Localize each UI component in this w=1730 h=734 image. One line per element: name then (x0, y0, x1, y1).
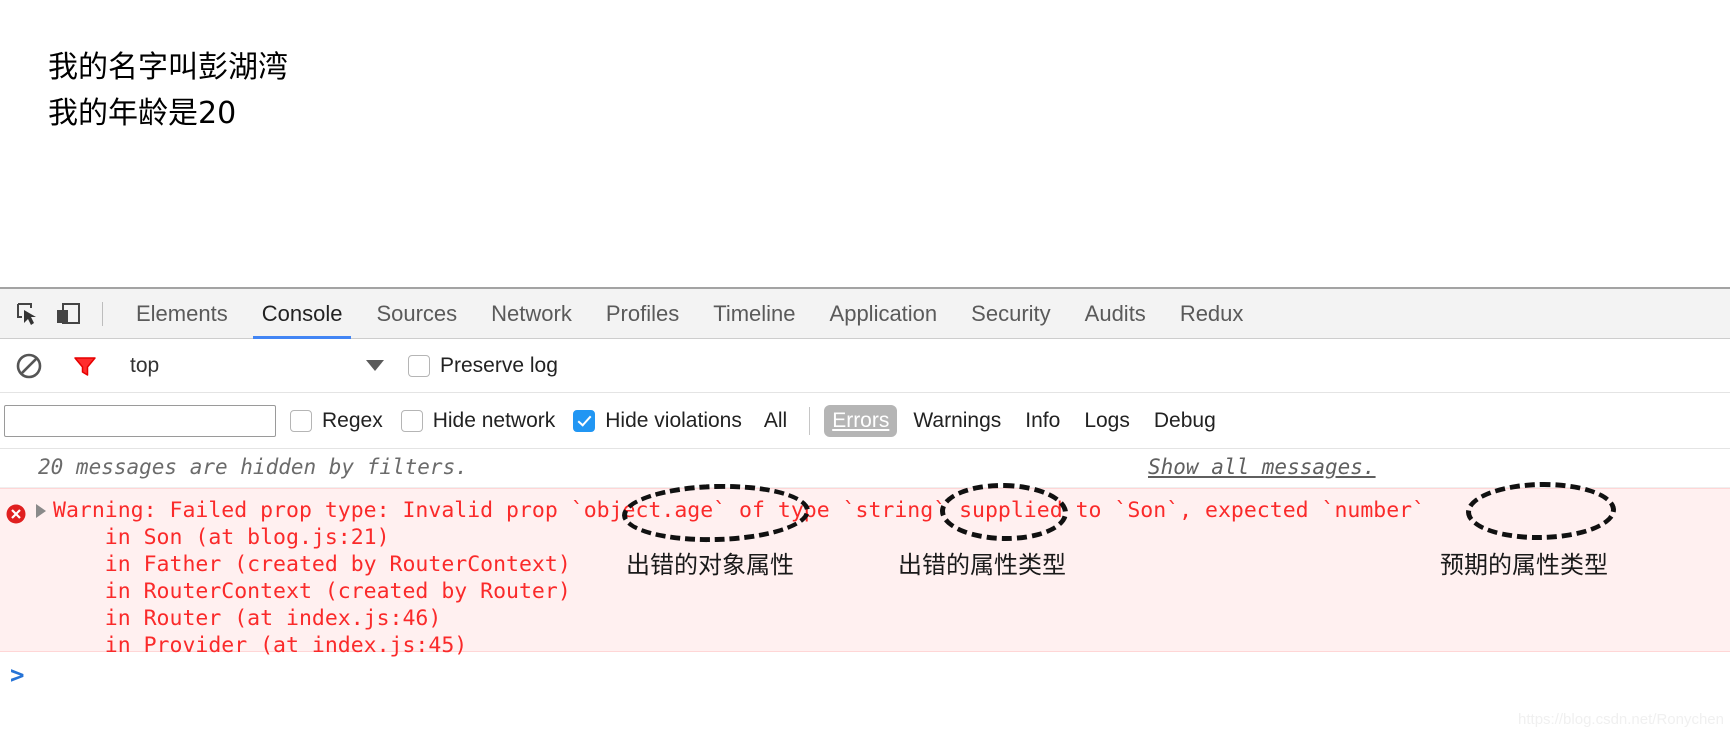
toolbar-divider (102, 301, 103, 326)
annotation-label-expected-type: 预期的属性类型 (1440, 551, 1608, 579)
tab-timeline[interactable]: Timeline (696, 289, 812, 339)
clear-console-icon[interactable] (6, 339, 52, 393)
level-filter-all[interactable]: All (756, 405, 795, 437)
show-all-messages-link[interactable]: Show all messages. (1148, 455, 1376, 479)
level-filter-warnings[interactable]: Warnings (905, 405, 1009, 437)
tab-security[interactable]: Security (954, 289, 1067, 339)
regex-toggle[interactable]: Regex (290, 409, 383, 433)
device-toolbar-icon[interactable] (48, 289, 88, 339)
tab-console[interactable]: Console (245, 289, 360, 339)
regex-checkbox[interactable] (290, 409, 312, 432)
devtools-panel: Elements Console Sources Network Profile… (0, 287, 1730, 734)
hidden-messages-banner: 20 messages are hidden by filters. Show … (0, 449, 1730, 488)
tab-elements[interactable]: Elements (119, 289, 245, 339)
page-text-line-2: 我的年龄是20 (48, 96, 237, 131)
chevron-down-icon (366, 360, 384, 371)
level-filter-logs[interactable]: Logs (1076, 405, 1138, 437)
hide-network-label: Hide network (432, 408, 556, 432)
watermark-text: https://blog.csdn.net/Ronychen (1518, 711, 1724, 728)
console-filter-input[interactable] (4, 404, 276, 437)
execution-context-label: top (130, 353, 160, 377)
annotation-circle-number (1465, 480, 1617, 542)
error-stack-line: in Router (at index.js:46) (53, 606, 442, 631)
execution-context-select[interactable]: top (130, 354, 384, 378)
console-prompt-row[interactable]: > (0, 652, 1730, 698)
hidden-messages-text: 20 messages are hidden by filters. (38, 455, 468, 479)
page-preview-area: 我的名字叫彭湖湾 我的年龄是20 (0, 0, 1730, 287)
level-filter-divider (809, 406, 811, 435)
level-filter-debug[interactable]: Debug (1146, 405, 1224, 437)
prompt-chevron-icon: > (10, 661, 25, 689)
disclosure-triangle-collapsed-icon[interactable] (36, 504, 46, 518)
tab-network[interactable]: Network (474, 289, 589, 339)
tab-audits[interactable]: Audits (1068, 289, 1163, 339)
tab-profiles[interactable]: Profiles (589, 289, 696, 339)
error-stack-line: in Provider (at index.js:45) (53, 633, 468, 658)
error-stack-line: in Father (created by RouterContext) (53, 552, 571, 577)
hide-violations-checkbox[interactable] (573, 409, 596, 432)
page-text-line-1: 我的名字叫彭湖湾 (48, 50, 288, 85)
filter-funnel-icon[interactable] (62, 339, 108, 393)
hide-violations-label: Hide violations (605, 408, 742, 432)
hide-violations-toggle[interactable]: Hide violations (573, 409, 742, 433)
error-stack-line: in RouterContext (created by Router) (53, 579, 571, 604)
regex-label: Regex (322, 408, 383, 432)
hide-network-checkbox[interactable] (400, 409, 423, 432)
preserve-log-toggle[interactable]: Preserve log (408, 354, 558, 378)
console-error-message[interactable]: Warning: Failed prop type: Invalid prop … (0, 480, 1730, 658)
error-stack-line: in Son (at blog.js:21) (53, 525, 390, 550)
level-filter-errors[interactable]: Errors (824, 404, 898, 437)
annotation-label-object-property: 出错的对象属性 (626, 551, 794, 579)
tab-application[interactable]: Application (813, 289, 955, 339)
hide-network-toggle[interactable]: Hide network (400, 408, 556, 433)
console-toolbar: top Preserve log (0, 339, 1730, 393)
preserve-log-checkbox[interactable] (408, 354, 430, 377)
preserve-log-label: Preserve log (440, 353, 558, 377)
devtools-tabstrip: Elements Console Sources Network Profile… (0, 289, 1730, 339)
level-filter-info[interactable]: Info (1017, 405, 1068, 437)
inspect-element-icon[interactable] (8, 289, 48, 339)
tab-sources[interactable]: Sources (359, 289, 474, 339)
console-filter-toolbar: Regex Hide network Hide violations All E… (0, 393, 1730, 449)
annotation-label-actual-type: 出错的属性类型 (898, 551, 1066, 579)
error-circle-icon (6, 504, 26, 524)
tab-redux[interactable]: Redux (1163, 289, 1261, 339)
error-main-text: Warning: Failed prop type: Invalid prop … (53, 498, 1426, 523)
